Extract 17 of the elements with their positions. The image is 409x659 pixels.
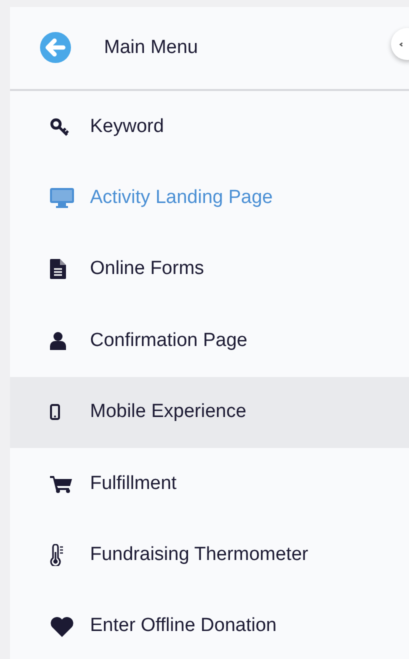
thermometer-icon (50, 544, 64, 566)
heart-icon (50, 616, 74, 637)
person-icon (50, 332, 66, 350)
cart-icon (50, 474, 72, 493)
menu-item[interactable]: Fulfillment (10, 448, 409, 520)
menu-item[interactable]: Mobile Experience (10, 376, 409, 448)
phone-icon (50, 404, 60, 420)
menu-item[interactable]: Online Forms (10, 234, 409, 306)
menu-item[interactable]: Enter Offline Donation (10, 590, 409, 659)
chevron-icon (399, 42, 404, 46)
menu-item[interactable]: Keyword (10, 91, 409, 162)
monitor-icon (50, 188, 74, 208)
key-icon (50, 118, 70, 136)
menu-title: Main Menu (104, 37, 198, 59)
menu-item[interactable]: Fundraising Thermometer (10, 519, 409, 591)
document-icon (50, 259, 66, 280)
menu-item[interactable]: Confirmation Page (10, 305, 409, 377)
